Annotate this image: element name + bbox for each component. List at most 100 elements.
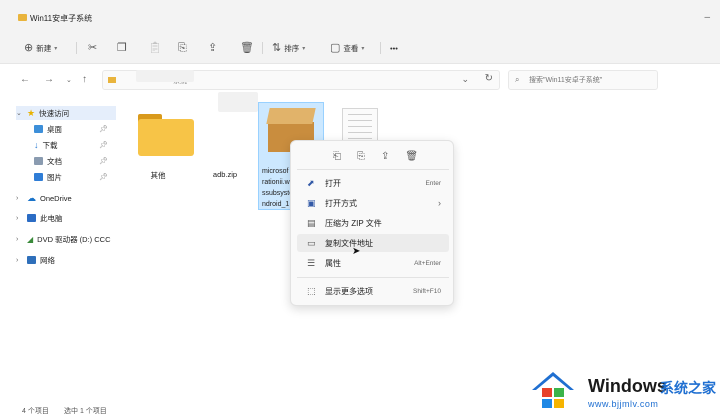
context-menu: ⎗ ⎘ ⇪ 🗑︎ ⬈ 打开 Enter ▣ 打开方式 › ▤ 压缩为 ZIP 文… bbox=[290, 140, 454, 306]
folder-icon bbox=[108, 77, 116, 83]
menu-item-shortcut: Alt+Enter bbox=[414, 259, 441, 267]
zip-icon: ▤ bbox=[307, 217, 316, 228]
chevron-right-icon: › bbox=[16, 214, 19, 222]
menu-item-copy-path[interactable]: ▭ 复制文件地址 bbox=[297, 234, 449, 252]
list-item[interactable]: 其他 bbox=[126, 98, 194, 188]
menu-item-properties[interactable]: ☰ 属性 Alt+Enter bbox=[297, 254, 449, 272]
sidebar-label: 文档 bbox=[47, 156, 62, 166]
open-with-icon: ▣ bbox=[307, 197, 316, 208]
back-arrow-icon[interactable]: ← bbox=[20, 74, 30, 85]
sidebar-item-downloads[interactable]: ↓ 下载 📌︎ bbox=[34, 138, 116, 152]
rename-button[interactable]: ⎘ bbox=[178, 40, 187, 56]
folder-icon bbox=[138, 110, 194, 156]
more-button[interactable]: ••• bbox=[390, 40, 398, 56]
chevron-down-icon: ⌄ bbox=[16, 110, 22, 117]
more-options-icon: ⬚ bbox=[307, 285, 316, 296]
sidebar-label: 网络 bbox=[40, 255, 55, 265]
title-bar: Win11安卓子系统 – bbox=[0, 0, 720, 32]
pin-icon: 📌︎ bbox=[99, 126, 108, 133]
chevron-down-icon: ▾ bbox=[302, 45, 306, 52]
navigation-pane: ⌄ ★ 快速访问 桌面 📌︎ ↓ 下载 📌︎ 文档 📌︎ 图片 📌︎ › ☁ O… bbox=[0, 98, 118, 398]
menu-item-compress-zip[interactable]: ▤ 压缩为 ZIP 文件 bbox=[297, 214, 449, 232]
refresh-icon[interactable]: ↻ bbox=[485, 73, 493, 84]
star-icon: ★ bbox=[27, 107, 36, 118]
menu-item-open-with[interactable]: ▣ 打开方式 › bbox=[297, 194, 449, 212]
sidebar-label: OneDrive bbox=[40, 193, 72, 203]
sidebar-label: 快速访问 bbox=[39, 108, 70, 118]
cloud-icon: ☁ bbox=[27, 192, 36, 203]
new-label: 新建 bbox=[36, 43, 52, 53]
delete-button[interactable]: 🗑︎ bbox=[240, 40, 254, 56]
properties-icon: ☰ bbox=[307, 257, 316, 268]
open-icon: ⬈ bbox=[307, 177, 315, 188]
dvd-drive-icon: ◢ bbox=[27, 234, 34, 244]
sidebar-item-dvd[interactable]: › ◢ DVD 驱动器 (D:) CCC bbox=[16, 232, 118, 246]
more-icon: ••• bbox=[390, 43, 398, 53]
paste-button[interactable]: 📋︎ bbox=[148, 40, 162, 56]
sidebar-item-quick-access[interactable]: ⌄ ★ 快速访问 bbox=[16, 106, 116, 120]
divider bbox=[76, 42, 77, 54]
cut-button[interactable]: ✂ bbox=[88, 40, 97, 56]
menu-item-label: 打开方式 bbox=[325, 198, 357, 208]
menu-item-shortcut: Shift+F10 bbox=[412, 287, 441, 295]
sort-icon: ⇅ bbox=[272, 41, 282, 54]
divider bbox=[262, 42, 263, 54]
trash-icon[interactable]: 🗑︎ bbox=[405, 151, 418, 162]
new-button[interactable]: ⊕ 新建 ▾ bbox=[24, 40, 57, 56]
view-icon: ▢ bbox=[330, 41, 341, 54]
menu-item-label: 打开 bbox=[325, 178, 341, 188]
menu-item-open[interactable]: ⬈ 打开 Enter bbox=[297, 174, 449, 192]
copy-button[interactable]: ❐ bbox=[117, 40, 127, 56]
menu-item-label: 属性 bbox=[325, 258, 341, 268]
chevron-down-icon: ▾ bbox=[54, 45, 58, 52]
sidebar-item-network[interactable]: › 网络 bbox=[16, 253, 116, 267]
share-button[interactable]: ⇪ bbox=[208, 40, 217, 56]
mouse-cursor-icon: ➤ bbox=[352, 246, 361, 257]
forward-arrow-icon[interactable]: → bbox=[44, 74, 54, 85]
menu-item-label: 显示更多选项 bbox=[325, 286, 373, 296]
context-icon-bar: ⎗ ⎘ ⇪ 🗑︎ bbox=[299, 147, 447, 165]
rename-icon[interactable]: ⎘ bbox=[357, 151, 365, 162]
selected-count: 选中 1 个项目 bbox=[64, 408, 107, 415]
file-name: 其他 bbox=[150, 171, 166, 180]
chevron-down-icon[interactable]: ⌄ bbox=[461, 74, 469, 85]
paste-icon: 📋︎ bbox=[148, 41, 162, 54]
picture-icon bbox=[34, 173, 43, 181]
up-arrow-icon[interactable]: ↑ bbox=[82, 74, 87, 85]
plus-circle-icon: ⊕ bbox=[24, 41, 34, 54]
document-icon bbox=[34, 157, 43, 165]
sidebar-label: 图片 bbox=[47, 172, 62, 182]
search-input[interactable] bbox=[529, 74, 654, 87]
sort-button[interactable]: ⇅ 排序 ▾ bbox=[272, 40, 305, 56]
sidebar-label: 此电脑 bbox=[40, 213, 63, 223]
computer-icon bbox=[27, 214, 36, 222]
sidebar-item-documents[interactable]: 文档 📌︎ bbox=[34, 154, 116, 168]
chevron-right-icon: › bbox=[16, 194, 19, 202]
pin-icon: 📌︎ bbox=[99, 174, 108, 181]
sidebar-item-onedrive[interactable]: › ☁ OneDrive bbox=[16, 191, 116, 205]
command-bar: ⊕ 新建 ▾ ✂ ❐ 📋︎ ⎘ ⇪ 🗑︎ ⇅ 排序 ▾ ▢ 查看 ▾ ••• bbox=[0, 32, 720, 64]
chevron-right-icon: › bbox=[438, 198, 441, 208]
share-icon: ⇪ bbox=[208, 41, 218, 54]
search-box[interactable]: ⌕ bbox=[508, 70, 658, 90]
chevron-right-icon: › bbox=[16, 235, 19, 243]
sidebar-item-pictures[interactable]: 图片 📌︎ bbox=[34, 170, 116, 184]
sidebar-label: 下载 bbox=[42, 140, 58, 150]
share-icon[interactable]: ⇪ bbox=[381, 151, 389, 162]
sidebar-item-desktop[interactable]: 桌面 📌︎ bbox=[34, 122, 116, 136]
window-title: Win11安卓子系统 bbox=[30, 14, 93, 23]
rename-icon: ⎘ bbox=[178, 41, 187, 54]
watermark-brand: Windows bbox=[588, 376, 667, 396]
windows-logo-icon bbox=[532, 372, 574, 408]
sidebar-item-this-pc[interactable]: › 此电脑 bbox=[16, 211, 116, 225]
menu-item-show-more[interactable]: ⬚ 显示更多选项 Shift+F10 bbox=[297, 282, 449, 300]
copy-icon[interactable]: ⎗ bbox=[333, 151, 341, 162]
search-icon: ⌕ bbox=[515, 75, 520, 84]
minimize-icon[interactable]: – bbox=[704, 12, 710, 23]
recent-chevron-icon[interactable]: ⌄ bbox=[66, 76, 72, 84]
view-button[interactable]: ▢ 查看 ▾ bbox=[330, 40, 364, 56]
mosaic-blur bbox=[136, 70, 194, 82]
scissors-icon: ✂ bbox=[88, 41, 98, 54]
divider bbox=[297, 277, 449, 278]
chevron-right-icon: › bbox=[16, 256, 19, 264]
